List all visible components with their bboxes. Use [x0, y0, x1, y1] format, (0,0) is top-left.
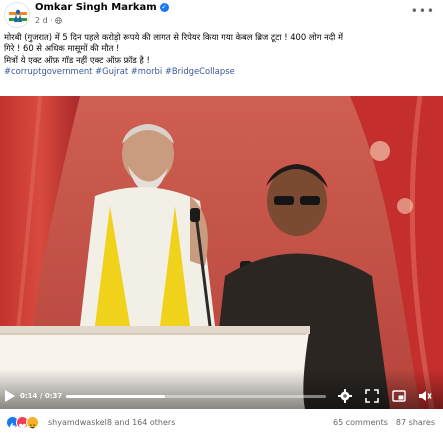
video-progress-fill — [66, 394, 165, 398]
reaction-icons[interactable] — [6, 416, 46, 430]
video-frame — [0, 96, 443, 409]
video-controls: 0:14 / 0:37 — [0, 385, 443, 407]
settings-icon[interactable] — [338, 389, 352, 403]
video-player[interactable] — [0, 96, 443, 409]
author-avatar[interactable] — [4, 2, 30, 28]
miniplayer-icon[interactable] — [392, 389, 406, 403]
facebook-post: Omkar Singh Markam ✓ 2 d · ••• मोरबी (गुज… — [0, 0, 443, 440]
post-meta: 2 d · — [35, 16, 63, 25]
haha-icon — [26, 416, 39, 429]
post-footer: shyamdwaskel8 and 164 others 65 comments… — [0, 413, 443, 433]
fullscreen-icon[interactable] — [365, 389, 379, 403]
post-text-line: मित्रों ये एक्ट ऑफ़ गॉड नहीं एक्ट ऑफ़ फ्… — [4, 54, 150, 65]
volume-icon[interactable] — [418, 389, 432, 403]
reactions-summary[interactable]: shyamdwaskel8 and 164 others — [48, 418, 175, 427]
shares-count[interactable]: 87 shares — [396, 418, 435, 427]
globe-icon — [55, 17, 63, 24]
more-options-icon[interactable]: ••• — [411, 4, 435, 18]
post-text: मोरबी (गुजरात) में 5 दिन पहले करोड़ो रूप… — [4, 32, 438, 77]
congress-logo-icon — [5, 3, 29, 27]
play-icon[interactable] — [4, 389, 16, 403]
post-text-line: मोरबी (गुजरात) में 5 दिन पहले करोड़ो रूप… — [4, 32, 344, 42]
comments-count[interactable]: 65 comments — [333, 418, 388, 427]
post-text-line: गिरे ! 60 से अधिक मासूमों की मौत ! — [4, 43, 120, 54]
engagement-counts: 65 comments 87 shares — [333, 418, 435, 427]
video-progress-bar[interactable] — [66, 394, 326, 398]
author-name-text[interactable]: Omkar Singh Markam — [35, 2, 157, 13]
post-time[interactable]: 2 d — [35, 16, 48, 25]
author-name[interactable]: Omkar Singh Markam ✓ — [35, 2, 169, 13]
video-time: 0:14 / 0:37 — [20, 392, 63, 400]
post-hashtags[interactable]: #corruptgovernment #Gujrat #morbi #Bridg… — [4, 66, 438, 77]
verified-badge-icon: ✓ — [159, 3, 169, 12]
post-header: Omkar Singh Markam ✓ 2 d · ••• — [0, 0, 443, 30]
